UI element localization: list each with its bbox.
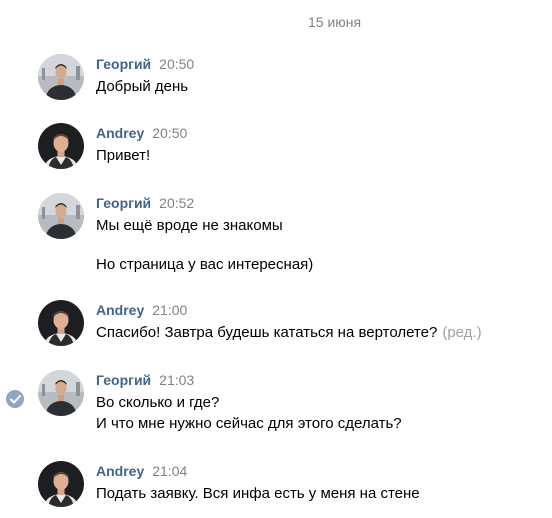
message-text: Подать заявку. Вся инфа есть у меня на с… (96, 485, 420, 502)
avatar-georgiy-image (38, 54, 84, 100)
avatar-andrey-image (38, 123, 84, 169)
avatar-georgiy[interactable] (38, 193, 84, 239)
message-author[interactable]: Георгий (96, 372, 151, 388)
avatar-andrey-image (38, 461, 84, 507)
avatar-georgiy[interactable] (38, 370, 84, 416)
message-text: Добрый день (96, 78, 189, 95)
message-time[interactable]: 20:50 (159, 56, 194, 72)
avatar-georgiy-image (38, 370, 84, 416)
message-text: И что мне нужно сейчас для этого сделать… (96, 415, 402, 432)
message-time[interactable]: 20:52 (159, 195, 194, 211)
message-text: Но страница у вас интересная) (96, 256, 314, 273)
message-time[interactable]: 21:03 (159, 372, 194, 388)
message-text: Мы ещё вроде не знакомы (96, 217, 283, 234)
message-text: Во сколько и где? (96, 394, 220, 411)
avatar-andrey[interactable] (38, 300, 84, 346)
message-text: Привет! (96, 147, 151, 164)
message-author[interactable]: Andrey (96, 463, 144, 479)
avatar-georgiy[interactable] (38, 54, 84, 100)
chat-history: 15 июня Георгий 20:50 Добрый день Andrey… (0, 0, 552, 518)
message-text-content: Спасибо! Завтра будешь кататься на верто… (96, 324, 438, 341)
date-separator: 15 июня (308, 14, 362, 30)
checkmark-icon-glyph (9, 394, 21, 403)
message-author[interactable]: Георгий (96, 56, 151, 72)
message-text: Спасибо! Завтра будешь кататься на верто… (96, 322, 542, 343)
message-author[interactable]: Andrey (96, 302, 144, 318)
avatar-andrey-image (38, 300, 84, 346)
message-time[interactable]: 21:00 (152, 302, 187, 318)
edited-label[interactable]: (ред.) (442, 324, 481, 341)
avatar-georgiy-image (38, 193, 84, 239)
checkmark-icon[interactable] (6, 390, 24, 408)
message-time[interactable]: 20:50 (152, 125, 187, 141)
message-author[interactable]: Andrey (96, 125, 144, 141)
message-author[interactable]: Георгий (96, 195, 151, 211)
message-time[interactable]: 21:04 (152, 463, 187, 479)
avatar-andrey[interactable] (38, 123, 84, 169)
avatar-andrey[interactable] (38, 461, 84, 507)
